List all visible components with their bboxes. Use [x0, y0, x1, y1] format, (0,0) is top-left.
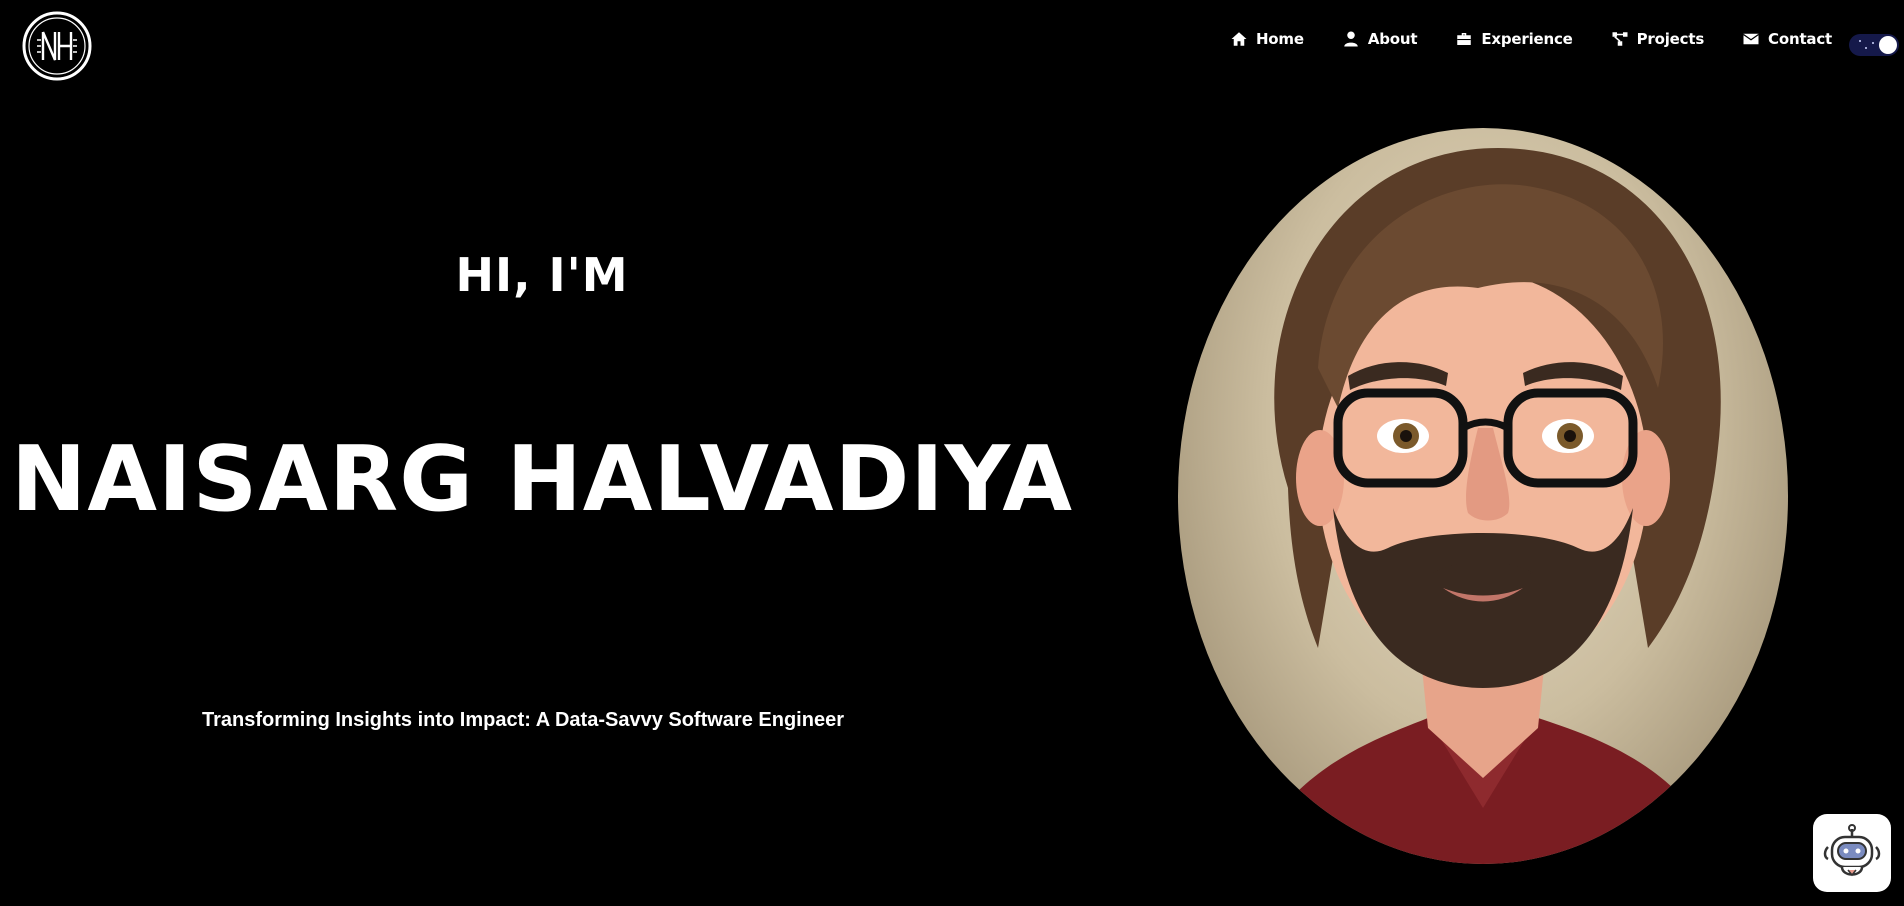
theme-toggle-knob	[1879, 36, 1897, 54]
briefcase-icon	[1455, 30, 1473, 48]
hero-greeting: HI, I'M	[455, 248, 629, 302]
robot-icon	[1822, 823, 1882, 883]
envelope-icon	[1742, 30, 1760, 48]
nav-experience[interactable]: Experience	[1455, 30, 1573, 48]
hero-tagline: Transforming Insights into Impact: A Dat…	[202, 709, 844, 731]
profile-portrait	[1178, 128, 1788, 864]
nav-contact-label: Contact	[1768, 30, 1832, 48]
nav-experience-label: Experience	[1481, 30, 1573, 48]
page: Home About Experience Projects Contact H…	[0, 0, 1904, 906]
home-icon	[1230, 30, 1248, 48]
site-logo[interactable]	[21, 10, 93, 82]
chatbot-button[interactable]	[1813, 814, 1891, 892]
nav-projects-label: Projects	[1636, 30, 1705, 48]
share-nodes-icon	[1611, 30, 1629, 48]
main-nav: Home About Experience Projects Contact	[1230, 30, 1832, 48]
hero-name: NAISARG HALVADIYA	[11, 427, 1073, 532]
nav-about-label: About	[1367, 30, 1418, 48]
nav-contact[interactable]: Contact	[1742, 30, 1832, 48]
user-icon	[1342, 30, 1360, 48]
nav-projects[interactable]: Projects	[1611, 30, 1704, 48]
theme-toggle[interactable]	[1849, 34, 1899, 56]
nav-about[interactable]: About	[1342, 30, 1418, 48]
nav-home-label: Home	[1255, 30, 1304, 48]
nav-home[interactable]: Home	[1230, 30, 1304, 48]
